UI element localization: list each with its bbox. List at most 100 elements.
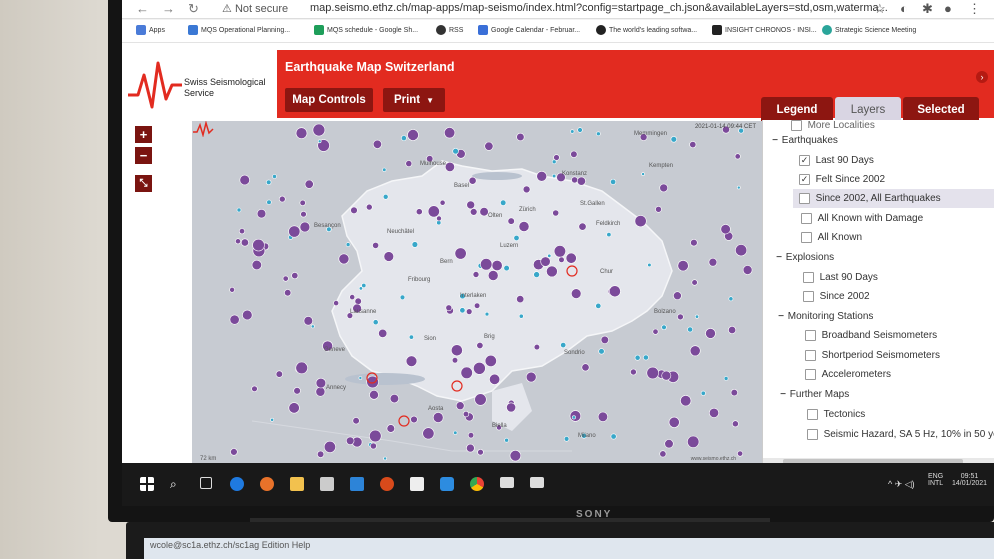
- earthquake-marker[interactable]: [239, 174, 250, 186]
- earthquake-marker[interactable]: [690, 238, 698, 247]
- earthquake-marker[interactable]: [518, 221, 530, 232]
- edge-icon[interactable]: [230, 477, 244, 491]
- app-icon[interactable]: [380, 477, 394, 491]
- earthquake-marker[interactable]: [288, 225, 301, 238]
- earthquake-marker[interactable]: [659, 183, 669, 193]
- sed-logo[interactable]: Swiss Seismological Service: [122, 43, 277, 118]
- earthquake-marker[interactable]: [689, 141, 697, 149]
- earthquake-marker[interactable]: [736, 185, 741, 190]
- collapse-icon[interactable]: −: [775, 252, 783, 263]
- earthquake-marker[interactable]: [389, 394, 399, 404]
- checkbox[interactable]: [805, 369, 816, 380]
- checkbox[interactable]: ✓: [799, 155, 810, 166]
- zoom-app-icon[interactable]: [440, 477, 454, 491]
- earthquake-marker[interactable]: [466, 200, 476, 210]
- earthquake-marker[interactable]: [369, 429, 382, 443]
- earthquake-marker[interactable]: [354, 297, 362, 305]
- earthquake-marker[interactable]: [576, 176, 586, 186]
- bookmark-mqs-schedule[interactable]: MQS schedule - Google Sh...: [314, 25, 418, 35]
- earthquake-marker[interactable]: [295, 361, 308, 375]
- layer-tectonics[interactable]: Tectonics: [807, 405, 865, 424]
- earthquake-marker[interactable]: [408, 334, 414, 340]
- earthquake-marker[interactable]: [382, 194, 389, 200]
- checkbox[interactable]: [791, 120, 802, 131]
- earthquake-marker[interactable]: [552, 173, 557, 179]
- earthquake-marker[interactable]: [484, 141, 494, 151]
- earthquake-marker[interactable]: [266, 199, 272, 205]
- layer-broadband[interactable]: Broadband Seismometers: [805, 326, 937, 345]
- earthquake-marker[interactable]: [251, 259, 262, 271]
- earthquake-marker[interactable]: [467, 432, 475, 439]
- layer-shortperiod[interactable]: Shortperiod Seismometers: [805, 346, 940, 365]
- earthquake-marker[interactable]: [598, 348, 605, 355]
- earthquake-marker[interactable]: [304, 179, 314, 189]
- earthquake-marker[interactable]: [480, 258, 493, 271]
- bookmark-calendar[interactable]: Google Calendar - Februar...: [478, 25, 580, 35]
- group-explosions[interactable]: − Explosions: [775, 248, 834, 267]
- earthquake-marker[interactable]: [474, 302, 481, 309]
- earthquake-marker[interactable]: [670, 136, 677, 143]
- earthquake-marker[interactable]: [560, 342, 567, 349]
- expand-icon[interactable]: ›: [976, 71, 988, 83]
- group-monitoring-stations[interactable]: − Monitoring Stations: [777, 307, 873, 326]
- earthquake-marker[interactable]: [507, 217, 515, 225]
- layer-eq-since-2002-all[interactable]: Since 2002, All Earthquakes: [793, 189, 994, 208]
- earthquake-marker[interactable]: [240, 238, 249, 247]
- earthquake-marker[interactable]: [229, 287, 235, 293]
- tab-legend[interactable]: Legend: [761, 97, 833, 122]
- earthquake-marker[interactable]: [282, 275, 289, 282]
- earthquake-marker[interactable]: [454, 247, 467, 260]
- checkbox[interactable]: [807, 429, 818, 440]
- earthquake-marker[interactable]: [399, 294, 406, 301]
- earthquake-marker[interactable]: [509, 450, 522, 462]
- earthquake-marker[interactable]: [386, 424, 396, 433]
- earthquake-marker[interactable]: [677, 260, 689, 272]
- firefox-icon[interactable]: [260, 477, 274, 491]
- earthquake-marker[interactable]: [533, 344, 541, 351]
- earthquake-marker[interactable]: [522, 185, 531, 194]
- earthquake-marker[interactable]: [705, 328, 716, 339]
- earthquake-marker[interactable]: [293, 387, 301, 395]
- earthquake-marker[interactable]: [516, 295, 525, 304]
- file-explorer-icon[interactable]: [290, 477, 304, 491]
- earthquake-marker[interactable]: [427, 205, 440, 218]
- window-icon[interactable]: [500, 477, 514, 488]
- extension-icon[interactable]: ◐: [900, 1, 908, 16]
- mail-icon[interactable]: [350, 477, 364, 491]
- earthquake-marker[interactable]: [552, 209, 560, 217]
- chrome-icon[interactable]: [470, 477, 484, 491]
- earthquake-marker[interactable]: [581, 363, 590, 372]
- earthquake-marker[interactable]: [270, 417, 275, 422]
- earthquake-marker[interactable]: [303, 316, 314, 326]
- bookmark-rss[interactable]: RSS: [436, 25, 463, 35]
- layer-eq-known-damage[interactable]: All Known with Damage: [801, 209, 923, 228]
- earthquake-marker[interactable]: [251, 385, 258, 392]
- earthquake-marker[interactable]: [272, 174, 277, 179]
- earthquake-marker[interactable]: [317, 139, 322, 144]
- layer-accelerometers[interactable]: Accelerometers: [805, 365, 891, 384]
- app-icon[interactable]: [410, 477, 424, 491]
- earthquake-marker[interactable]: [460, 366, 473, 379]
- earthquake-marker[interactable]: [569, 410, 582, 422]
- bookmark-apps[interactable]: Apps: [136, 25, 165, 35]
- earthquake-marker[interactable]: [728, 326, 737, 335]
- checkbox[interactable]: [805, 330, 816, 341]
- earthquake-marker[interactable]: [407, 129, 419, 141]
- bookmark-mqs-planning[interactable]: MQS Operational Planning...: [188, 25, 290, 35]
- earthquake-marker[interactable]: [317, 450, 325, 458]
- collapse-icon[interactable]: −: [771, 135, 779, 146]
- checkbox[interactable]: [801, 232, 812, 243]
- earthquake-marker[interactable]: [300, 210, 307, 218]
- earthquake-marker[interactable]: [369, 442, 377, 450]
- layer-eq-all-known[interactable]: All Known: [801, 228, 862, 247]
- earthquake-marker[interactable]: [473, 362, 486, 375]
- earthquake-marker[interactable]: [734, 153, 741, 160]
- earthquake-marker[interactable]: [299, 221, 311, 233]
- earthquake-marker[interactable]: [634, 215, 647, 228]
- earthquake-marker[interactable]: [578, 222, 587, 231]
- earthquake-marker[interactable]: [279, 195, 286, 203]
- earthquake-marker[interactable]: [610, 433, 617, 440]
- earthquake-marker[interactable]: [445, 304, 453, 312]
- earthquake-marker[interactable]: [350, 206, 358, 215]
- earthquake-marker[interactable]: [315, 377, 327, 389]
